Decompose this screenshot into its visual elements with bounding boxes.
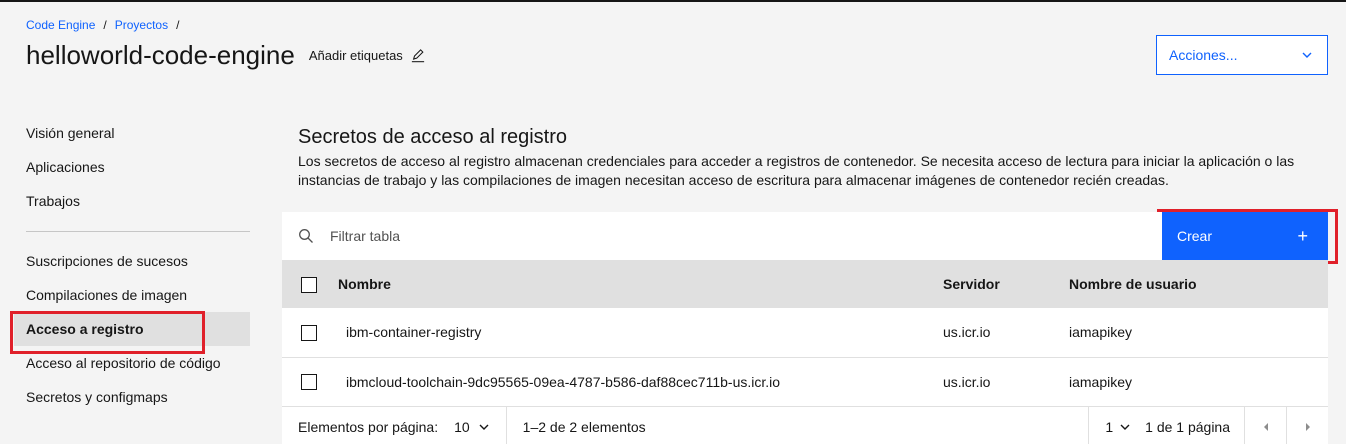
page-select[interactable]: 1 — [1089, 419, 1131, 435]
table-header-row: Nombre Servidor Nombre de usuario — [282, 260, 1328, 308]
plus-icon: + — [1297, 225, 1308, 246]
breadcrumb-link-proyectos[interactable]: Proyectos — [115, 18, 168, 32]
edit-pencil-icon — [411, 48, 424, 62]
page-value: 1 — [1105, 418, 1114, 435]
cell-usuario: iamapikey — [1069, 324, 1133, 341]
per-page-label: Elementos por página: — [298, 418, 439, 435]
filter-table-input[interactable] — [330, 228, 930, 244]
column-header-usuario[interactable]: Nombre de usuario — [1069, 260, 1328, 308]
create-button-label: Crear — [1177, 228, 1213, 244]
cell-servidor: us.icr.io — [943, 373, 991, 390]
breadcrumb: Code Engine / Proyectos / — [26, 18, 187, 32]
caret-left-icon — [1263, 422, 1268, 431]
breadcrumb-separator: / — [103, 18, 107, 32]
search-icon — [298, 228, 314, 244]
add-tags-label: Añadir etiquetas — [308, 48, 403, 63]
sidebar-divider — [26, 231, 250, 232]
table-row[interactable]: ibm-container-registry us.icr.io iamapik… — [282, 308, 1328, 357]
sidebar-item-acceso-repositorio[interactable]: Acceso al repositorio de código — [14, 346, 250, 380]
per-page-value: 10 — [454, 418, 470, 435]
cell-nombre[interactable]: ibmcloud-toolchain-9dc95565-09ea-4787-b5… — [338, 357, 943, 406]
cell-servidor: us.icr.io — [943, 324, 991, 341]
caret-right-icon — [1305, 422, 1310, 431]
section-title: Secretos de acceso al registro — [298, 126, 568, 148]
pagination-bar: Elementos por página: 10 1–2 de 2 elemen… — [282, 406, 1328, 444]
registry-secrets-table: Nombre Servidor Nombre de usuario ibm-co… — [282, 260, 1328, 407]
item-range-text: 1–2 de 2 elementos — [522, 418, 646, 435]
sidebar-item-trabajos[interactable]: Trabajos — [14, 184, 250, 218]
chevron-down-icon — [1302, 52, 1312, 58]
chevron-down-icon — [479, 424, 489, 430]
chevron-down-icon — [1120, 424, 1130, 430]
select-all-checkbox[interactable] — [301, 276, 317, 293]
page-title: helloworld-code-engine — [26, 40, 295, 70]
title-row: helloworld-code-engine Añadir etiquetas — [26, 40, 425, 71]
row-select-cell — [282, 308, 338, 357]
previous-page-button[interactable] — [1244, 406, 1286, 444]
actions-dropdown[interactable]: Acciones... — [1156, 35, 1328, 75]
actions-dropdown-label: Acciones... — [1169, 47, 1238, 63]
per-page-select[interactable]: 10 — [454, 419, 506, 435]
row-checkbox[interactable] — [301, 324, 317, 341]
sidebar-item-aplicaciones[interactable]: Aplicaciones — [14, 150, 250, 184]
table-toolbar: Crear + — [282, 212, 1328, 260]
next-page-button[interactable] — [1286, 406, 1328, 444]
breadcrumb-link-code-engine[interactable]: Code Engine — [26, 18, 95, 32]
column-header-servidor[interactable]: Servidor — [943, 260, 1069, 308]
column-header-nombre[interactable]: Nombre — [338, 260, 943, 308]
breadcrumb-separator: / — [176, 18, 180, 32]
sidebar-item-compilaciones[interactable]: Compilaciones de imagen — [14, 278, 250, 312]
create-button[interactable]: Crear + — [1162, 212, 1328, 260]
sidebar-item-suscripciones[interactable]: Suscripciones de sucesos — [14, 244, 250, 278]
sidebar-nav: Visión general Aplicaciones Trabajos Sus… — [14, 116, 250, 414]
cell-nombre[interactable]: ibm-container-registry — [338, 308, 943, 357]
table-row[interactable]: ibmcloud-toolchain-9dc95565-09ea-4787-b5… — [282, 357, 1328, 406]
add-tags-button[interactable]: Añadir etiquetas — [309, 48, 425, 63]
row-select-cell — [282, 357, 338, 406]
sidebar-item-acceso-registro[interactable]: Acceso a registro — [14, 312, 250, 346]
section-description: Los secretos de acceso al registro almac… — [298, 153, 1295, 188]
sidebar-item-vision-general[interactable]: Visión general — [14, 116, 250, 150]
page-of-text: 1 de 1 página — [1145, 418, 1230, 435]
cell-usuario: iamapikey — [1069, 373, 1133, 390]
sidebar-item-secretos-configmaps[interactable]: Secretos y configmaps — [14, 380, 250, 414]
row-checkbox[interactable] — [301, 374, 317, 391]
select-all-cell — [282, 260, 338, 308]
